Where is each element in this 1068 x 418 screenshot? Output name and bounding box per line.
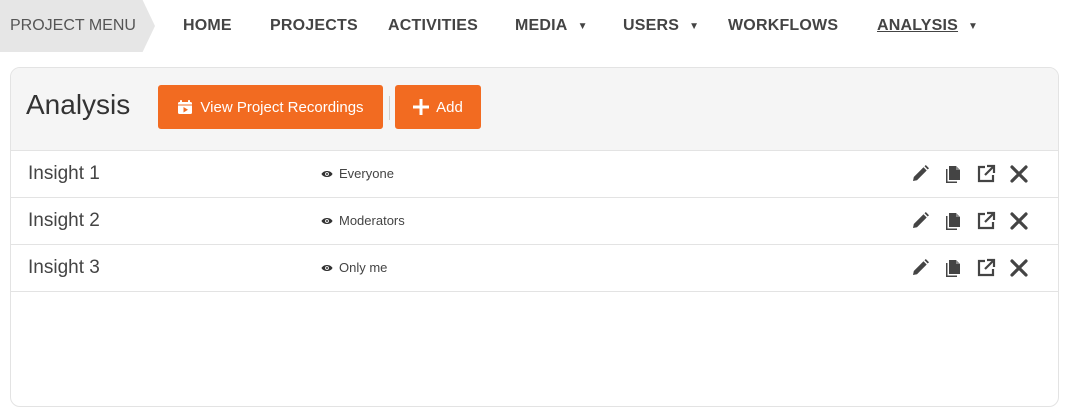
page-title: Analysis bbox=[26, 89, 131, 120]
close-icon[interactable] bbox=[1008, 210, 1030, 232]
nav-home[interactable]: HOME bbox=[183, 0, 232, 52]
pencil-icon[interactable] bbox=[909, 210, 931, 232]
copy-icon[interactable] bbox=[942, 257, 964, 279]
eye-icon bbox=[321, 216, 333, 226]
nav-users[interactable]: USERS ▼ bbox=[623, 0, 699, 52]
external-link-icon[interactable] bbox=[975, 257, 997, 279]
add-button[interactable]: Add bbox=[395, 85, 481, 129]
insight-name[interactable]: Insight 1 bbox=[28, 163, 100, 185]
video-calendar-icon bbox=[177, 99, 193, 115]
nav-activities-label: ACTIVITIES bbox=[388, 17, 479, 34]
visibility-label: Moderators bbox=[339, 213, 405, 228]
analysis-panel: Analysis View Project Recordings Add Ins… bbox=[10, 67, 1059, 407]
pencil-icon[interactable] bbox=[909, 257, 931, 279]
project-nav: PROJECT MENU HOME PROJECTS ACTIVITIES ME… bbox=[0, 0, 1068, 52]
caret-down-icon: ▼ bbox=[577, 20, 588, 32]
external-link-icon[interactable] bbox=[975, 210, 997, 232]
nav-users-label: USERS bbox=[623, 17, 680, 34]
nav-home-label: HOME bbox=[183, 17, 232, 34]
project-menu-label[interactable]: PROJECT MENU bbox=[0, 0, 155, 52]
nav-media-label: MEDIA bbox=[515, 17, 568, 34]
nav-projects[interactable]: PROJECTS bbox=[270, 0, 358, 52]
visibility-label: Only me bbox=[339, 260, 388, 275]
nav-workflows[interactable]: WORKFLOWS bbox=[728, 0, 838, 52]
nav-projects-label: PROJECTS bbox=[270, 17, 358, 34]
close-icon[interactable] bbox=[1008, 257, 1030, 279]
row-actions bbox=[898, 210, 1030, 232]
nav-analysis-label: ANALYSIS bbox=[877, 17, 959, 34]
copy-icon[interactable] bbox=[942, 163, 964, 185]
nav-analysis[interactable]: ANALYSIS ▼ bbox=[877, 0, 978, 52]
eye-icon bbox=[321, 169, 333, 179]
row-actions bbox=[898, 163, 1030, 185]
caret-down-icon: ▼ bbox=[968, 20, 979, 32]
insight-name[interactable]: Insight 2 bbox=[28, 210, 100, 232]
plus-icon bbox=[413, 99, 430, 115]
visibility-indicator: Everyone bbox=[321, 166, 394, 181]
nav-activities[interactable]: ACTIVITIES bbox=[388, 0, 478, 52]
view-project-recordings-button[interactable]: View Project Recordings bbox=[158, 85, 383, 129]
close-icon[interactable] bbox=[1008, 163, 1030, 185]
row-actions bbox=[898, 257, 1030, 279]
table-row: Insight 2 Moderators bbox=[11, 198, 1058, 245]
visibility-label: Everyone bbox=[339, 166, 394, 181]
nav-media[interactable]: MEDIA ▼ bbox=[515, 0, 588, 52]
pencil-icon[interactable] bbox=[909, 163, 931, 185]
visibility-indicator: Moderators bbox=[321, 213, 405, 228]
caret-down-icon: ▼ bbox=[689, 20, 700, 32]
add-label: Add bbox=[436, 98, 463, 116]
visibility-indicator: Only me bbox=[321, 260, 387, 275]
view-project-recordings-label: View Project Recordings bbox=[200, 98, 364, 116]
nav-workflows-label: WORKFLOWS bbox=[728, 17, 839, 34]
button-divider bbox=[389, 96, 390, 120]
eye-icon bbox=[321, 263, 333, 273]
external-link-icon[interactable] bbox=[975, 163, 997, 185]
insight-name[interactable]: Insight 3 bbox=[28, 257, 100, 279]
table-row: Insight 1 Everyone bbox=[11, 151, 1058, 198]
table-row: Insight 3 Only me bbox=[11, 245, 1058, 292]
panel-header: Analysis View Project Recordings Add bbox=[11, 68, 1058, 151]
copy-icon[interactable] bbox=[942, 210, 964, 232]
